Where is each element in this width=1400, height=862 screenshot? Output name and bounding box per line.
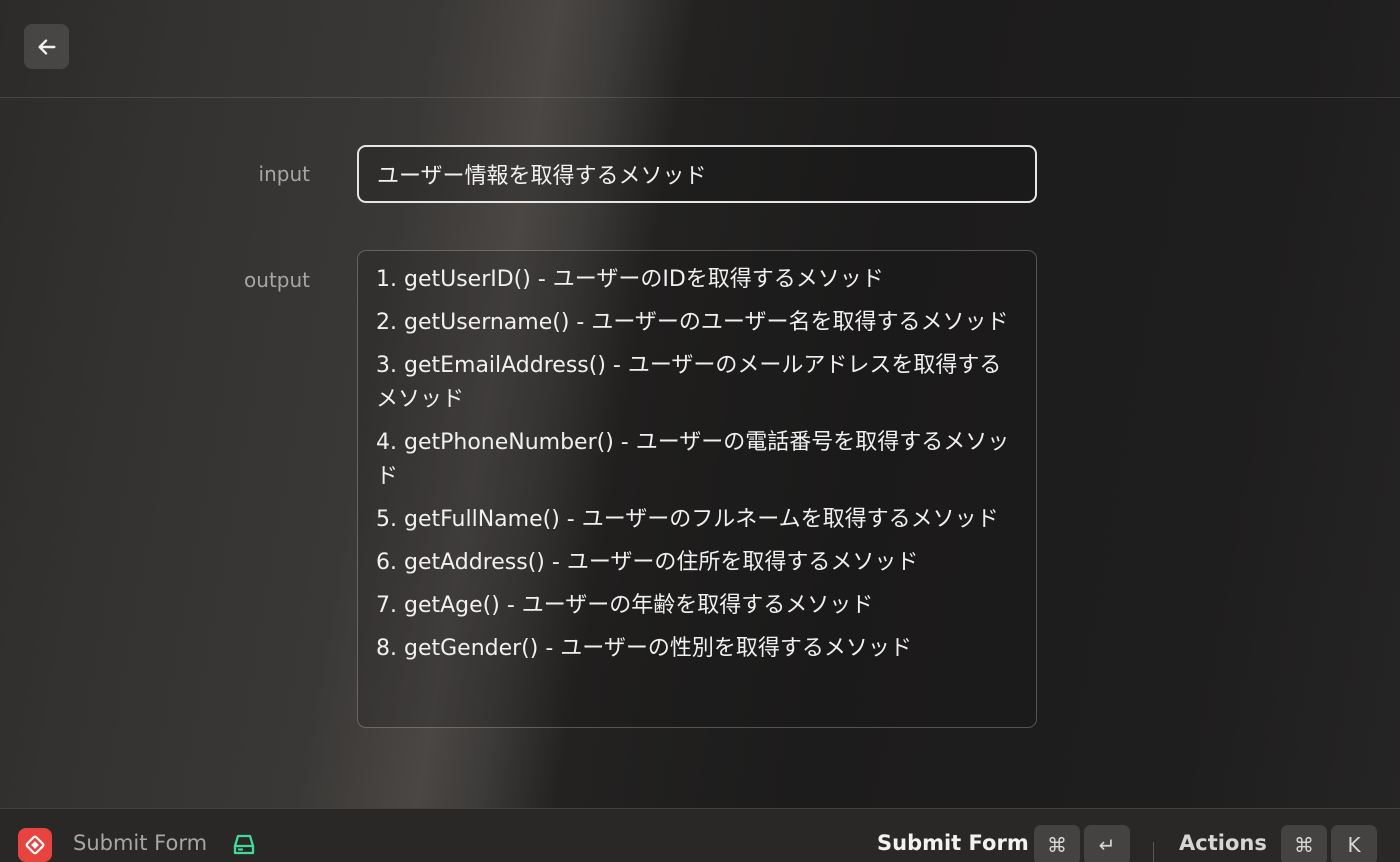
output-line: 2. getUsername() - ユーザーのユーザー名を取得するメソッド: [376, 310, 1009, 335]
output-line: 4. getPhoneNumber() - ユーザーの電話番号を取得するメソッド: [376, 430, 1010, 489]
enter-key-icon: ↵: [1084, 825, 1130, 862]
output-line: 6. getAddress() - ユーザーの住所を取得するメソッド: [376, 550, 919, 575]
actions-button[interactable]: Actions: [1179, 831, 1267, 855]
output-line: 1. getUserID() - ユーザーのIDを取得するメソッド: [376, 267, 884, 292]
footer-title: Submit Form: [73, 831, 208, 855]
divider: [1153, 842, 1154, 862]
output-line: 5. getFullName() - ユーザーのフルネームを取得するメソッド: [376, 507, 999, 532]
arrow-left-icon: [37, 38, 56, 55]
submit-form-button[interactable]: Submit Form: [877, 831, 1029, 855]
action-bar: Submit Form Submit Form ⌘ ↵ Actions ⌘ K: [0, 808, 1400, 862]
back-button[interactable]: [24, 24, 69, 69]
storage-icon: [233, 834, 255, 855]
k-key-icon: K: [1331, 825, 1377, 862]
output-line: 8. getGender() - ユーザーの性別を取得するメソッド: [376, 636, 912, 661]
command-key-icon: ⌘: [1281, 825, 1327, 862]
command-key-icon: ⌘: [1034, 825, 1080, 862]
input-field[interactable]: [357, 145, 1037, 203]
input-label: input: [258, 162, 310, 186]
app-icon: [18, 828, 52, 862]
output-textarea[interactable]: 1. getUserID() - ユーザーのIDを取得するメソッド 2. get…: [357, 250, 1037, 728]
top-bar: [0, 0, 1400, 98]
output-label: output: [244, 268, 310, 292]
output-line: 7. getAge() - ユーザーの年齢を取得するメソッド: [376, 593, 874, 618]
output-line: 3. getEmailAddress() - ユーザーのメールアドレスを取得する…: [376, 353, 1002, 412]
